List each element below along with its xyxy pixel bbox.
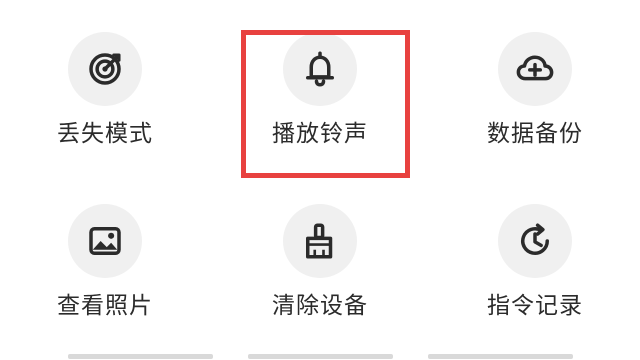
bottom-divider bbox=[428, 354, 573, 359]
view-photos-button[interactable]: 查看照片 bbox=[15, 204, 195, 354]
view-photos-label: 查看照片 bbox=[57, 293, 153, 319]
bottom-divider bbox=[248, 354, 393, 359]
data-backup-icon-wrap bbox=[498, 32, 572, 106]
lost-mode-label: 丢失模式 bbox=[57, 121, 153, 147]
command-log-icon-wrap bbox=[498, 204, 572, 278]
broom-icon bbox=[306, 223, 333, 259]
play-ringtone-icon-wrap bbox=[283, 32, 357, 106]
cloud-add-icon bbox=[516, 55, 554, 81]
target-icon bbox=[89, 53, 121, 85]
play-ringtone-button[interactable]: 播放铃声 bbox=[230, 32, 410, 182]
bell-icon bbox=[306, 51, 334, 87]
image-icon bbox=[89, 227, 121, 255]
play-ringtone-label: 播放铃声 bbox=[272, 121, 368, 147]
lost-mode-button[interactable]: 丢失模式 bbox=[15, 32, 195, 182]
history-icon bbox=[521, 223, 549, 255]
wipe-device-label: 清除设备 bbox=[272, 293, 368, 319]
wipe-device-icon-wrap bbox=[283, 204, 357, 278]
lost-mode-icon-wrap bbox=[68, 32, 142, 106]
bottom-divider bbox=[68, 354, 213, 359]
data-backup-label: 数据备份 bbox=[487, 121, 583, 147]
wipe-device-button[interactable]: 清除设备 bbox=[230, 204, 410, 354]
command-log-label: 指令记录 bbox=[487, 293, 583, 319]
data-backup-button[interactable]: 数据备份 bbox=[445, 32, 625, 182]
view-photos-icon-wrap bbox=[68, 204, 142, 278]
remote-actions-page: 丢失模式 播放铃声 数据备份 查看照片 清除设备 指令记录 bbox=[0, 0, 640, 360]
command-log-button[interactable]: 指令记录 bbox=[445, 204, 625, 354]
